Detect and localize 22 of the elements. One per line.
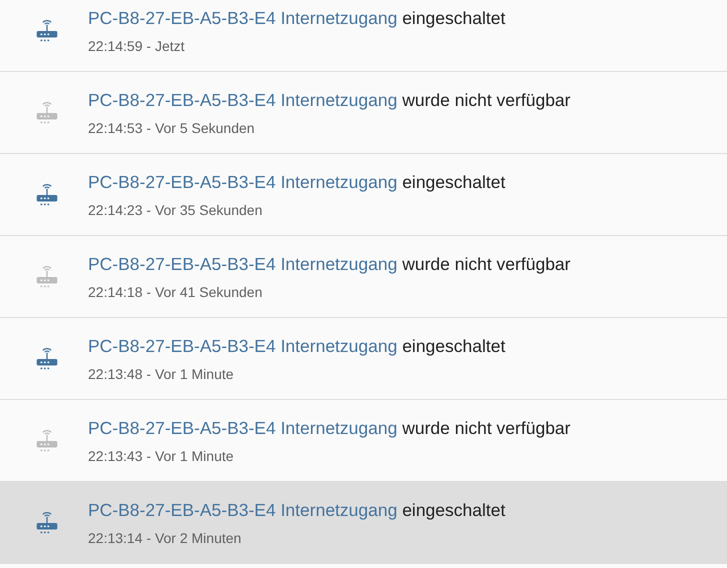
log-message: PC-B8-27-EB-A5-B3-E4 Internetzugang eingeschaltet — [88, 170, 506, 192]
log-message: PC-B8-27-EB-A5-B3-E4 Internetzugang eingeschaltet — [88, 498, 506, 520]
timestamp: 22:13:14 - Vor 2 Minuten — [88, 528, 242, 546]
entity-link[interactable]: PC-B8-27-EB-A5-B3-E4 Internetzugang — [88, 336, 398, 356]
timestamp: 22:14:53 - Vor 5 Sekunden — [88, 118, 256, 136]
timestamp: 22:14:18 - Vor 41 Sekunden — [88, 282, 264, 300]
log-message: PC-B8-27-EB-A5-B3-E4 Internetzugang eingeschaltet — [88, 6, 506, 28]
entity-link[interactable]: PC-B8-27-EB-A5-B3-E4 Internetzugang — [88, 172, 398, 192]
timestamp: 22:13:48 - Vor 1 Minute — [88, 364, 235, 382]
timestamp: 22:13:43 - Vor 1 Minute — [88, 446, 235, 464]
log-message: PC-B8-27-EB-A5-B3-E4 Internetzugang wurde nicht verfügbar — [88, 252, 570, 274]
entity-link[interactable]: PC-B8-27-EB-A5-B3-E4 Internetzugang — [88, 418, 398, 438]
entity-link[interactable]: PC-B8-27-EB-A5-B3-E4 Internetzugang — [88, 500, 398, 520]
log-message: PC-B8-27-EB-A5-B3-E4 Internetzugang wurde nicht verfügbar — [88, 88, 570, 110]
entity-link[interactable]: PC-B8-27-EB-A5-B3-E4 Internetzugang — [88, 8, 398, 28]
timestamp: 22:14:59 - Jetzt — [88, 36, 186, 54]
log-message: PC-B8-27-EB-A5-B3-E4 Internetzugang eingeschaltet — [88, 334, 506, 356]
entity-link[interactable]: PC-B8-27-EB-A5-B3-E4 Internetzugang — [88, 90, 398, 110]
timestamp: 22:14:23 - Vor 35 Sekunden — [88, 200, 264, 218]
log-entry[interactable]: PC-B8-27-EB-A5-B3-E4 Internetzugang eingeschaltet 22:13:14 - Vor 2 Minuten — [0, 482, 727, 564]
entity-link[interactable]: PC-B8-27-EB-A5-B3-E4 Internetzugang — [88, 254, 398, 274]
log-message: PC-B8-27-EB-A5-B3-E4 Internetzugang wurde nicht verfügbar — [88, 416, 570, 438]
